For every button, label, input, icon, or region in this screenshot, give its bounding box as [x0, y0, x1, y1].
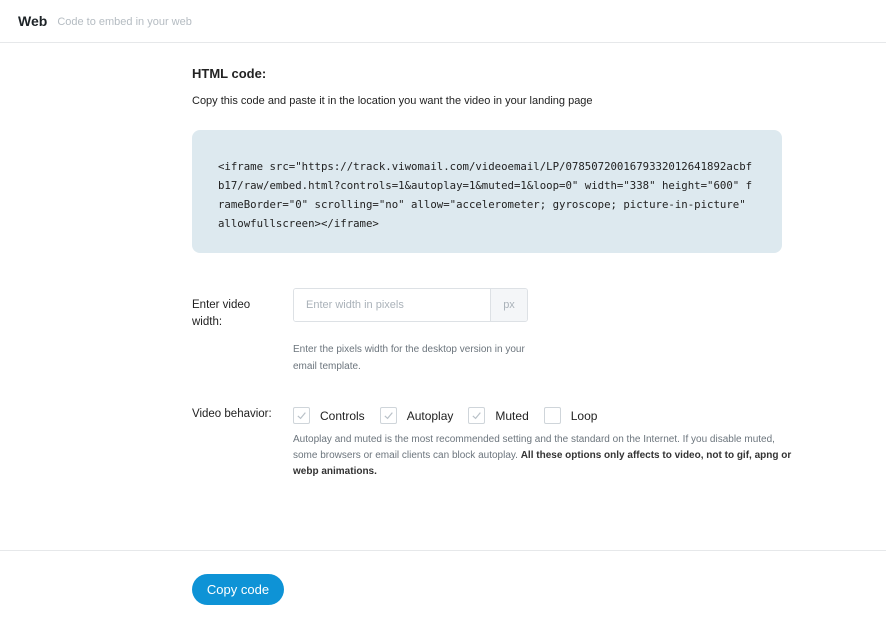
video-width-label: Enter video width: [192, 299, 251, 328]
controls-checkbox[interactable]: Controls [293, 407, 365, 424]
loop-checkbox-box[interactable] [543, 407, 561, 424]
video-width-input-group: px [293, 288, 528, 322]
footer-divider [0, 550, 886, 551]
check-icon [297, 412, 306, 420]
page-title: Web [18, 13, 48, 29]
video-behavior-help: Autoplay and muted is the most recommend… [293, 432, 793, 480]
controls-checkbox-box[interactable] [293, 407, 310, 424]
embed-code-text[interactable]: <iframe src="https://track.viwomail.com/… [218, 157, 757, 233]
controls-checkbox-label: Controls [320, 408, 365, 423]
copy-code-button[interactable]: Copy code [192, 574, 284, 605]
muted-checkbox-box[interactable] [468, 407, 486, 424]
video-width-help: Enter the pixels width for the desktop v… [293, 344, 525, 372]
video-behavior-label: Video behavior: [192, 408, 272, 420]
video-width-input[interactable] [294, 289, 490, 321]
embed-code-box[interactable]: <iframe src="https://track.viwomail.com/… [192, 130, 782, 253]
autoplay-checkbox-box[interactable] [379, 407, 397, 424]
html-code-title: HTML code: [192, 66, 267, 81]
px-unit-suffix: px [490, 289, 527, 321]
loop-checkbox-label: Loop [570, 408, 598, 423]
video-behavior-options: Controls Autoplay Muted Loop [293, 407, 612, 424]
loop-checkbox[interactable]: Loop [543, 407, 598, 424]
check-icon [472, 412, 482, 420]
muted-checkbox-label: Muted [495, 408, 529, 423]
html-code-description: Copy this code and paste it in the locat… [192, 95, 593, 107]
muted-checkbox[interactable]: Muted [468, 407, 529, 424]
page-header: Web Code to embed in your web [0, 0, 886, 43]
autoplay-checkbox[interactable]: Autoplay [379, 407, 454, 424]
page-subtitle: Code to embed in your web [57, 15, 192, 28]
check-icon [384, 412, 393, 420]
autoplay-checkbox-label: Autoplay [406, 408, 454, 423]
